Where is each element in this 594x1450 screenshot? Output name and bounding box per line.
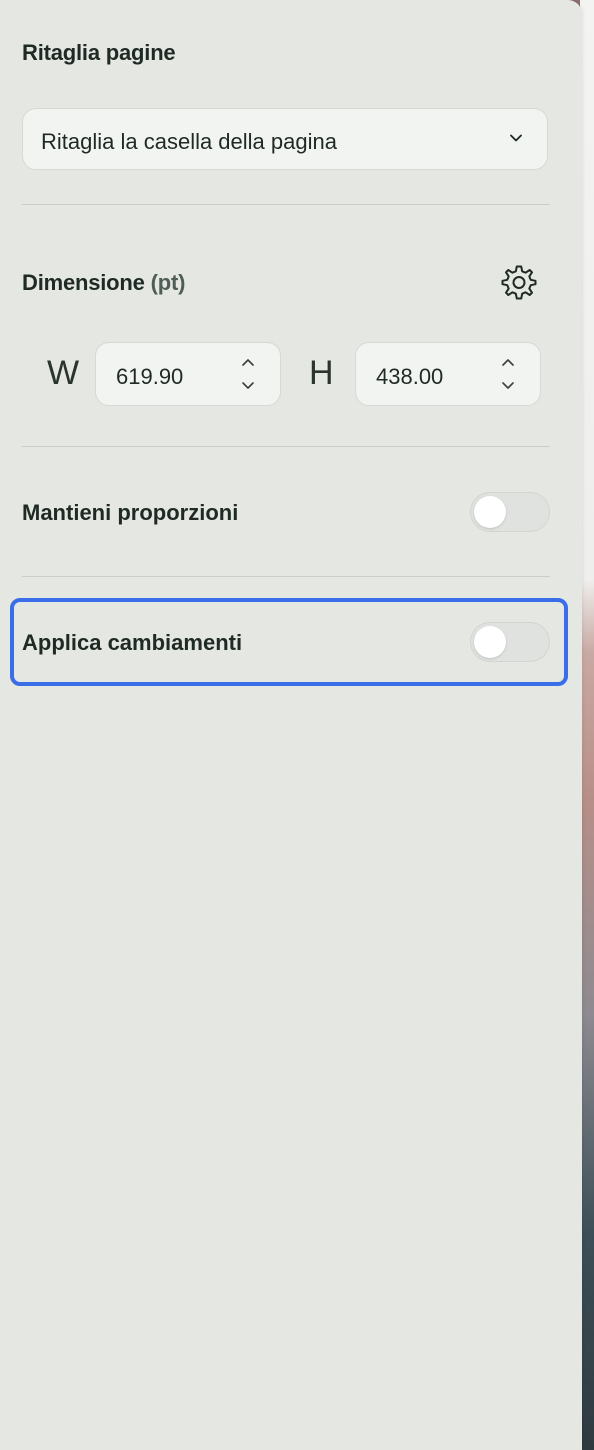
height-stepper[interactable]: [498, 355, 518, 395]
chevron-up-icon[interactable]: [241, 357, 255, 367]
dimension-title-text: Dimensione: [22, 270, 145, 295]
crop-pages-panel: Ritaglia pagine Ritaglia la casella dell…: [0, 0, 582, 1450]
toggle-knob: [474, 626, 506, 658]
chevron-down-icon[interactable]: [241, 381, 255, 391]
width-stepper[interactable]: [238, 355, 258, 395]
chevron-down-icon: [510, 134, 522, 142]
height-input[interactable]: 438.00: [355, 342, 541, 406]
divider: [22, 446, 550, 447]
divider: [22, 576, 550, 577]
width-value: 619.90: [116, 364, 184, 389]
crop-mode-selected-value: Ritaglia la casella della pagina: [41, 129, 337, 154]
apply-changes-label: Applica cambiamenti: [22, 630, 243, 655]
height-axis-label: H: [309, 354, 334, 392]
dimension-unit: (pt): [150, 270, 186, 295]
width-input[interactable]: 619.90: [95, 342, 281, 406]
height-value: 438.00: [376, 364, 444, 389]
keep-proportions-label: Mantieni proporzioni: [22, 500, 239, 525]
divider: [22, 204, 550, 205]
apply-changes-toggle[interactable]: [470, 622, 550, 662]
width-axis-label: W: [47, 354, 80, 392]
crop-section-title: Ritaglia pagine: [22, 40, 176, 65]
keep-proportions-toggle[interactable]: [470, 492, 550, 532]
chevron-up-icon[interactable]: [501, 357, 515, 367]
toggle-knob: [474, 496, 506, 528]
crop-mode-dropdown[interactable]: Ritaglia la casella della pagina: [22, 108, 548, 170]
dimension-section-title: Dimensione (pt): [22, 270, 185, 296]
background-wallpaper: [580, 0, 594, 1450]
chevron-down-icon[interactable]: [501, 381, 515, 391]
gear-icon[interactable]: [497, 262, 539, 304]
